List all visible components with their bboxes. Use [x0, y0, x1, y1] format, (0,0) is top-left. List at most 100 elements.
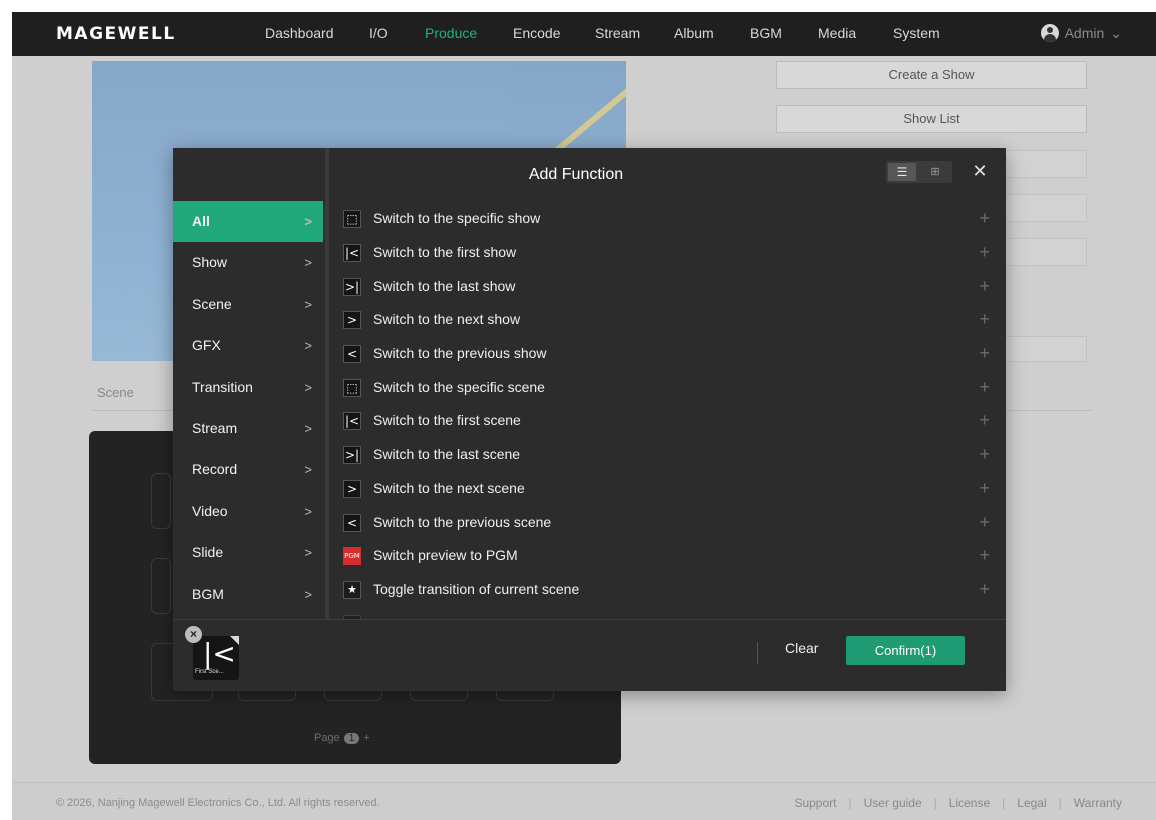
page-footer: © 2026, Nanjing Magewell Electronics Co.…: [12, 782, 1156, 820]
category-transition[interactable]: Transition >: [173, 367, 323, 408]
previous-icon: <: [343, 514, 361, 532]
chevron-right-icon: >: [304, 214, 312, 229]
add-icon[interactable]: +: [979, 512, 990, 533]
nav-item-produce[interactable]: Produce: [425, 25, 477, 41]
add-icon[interactable]: +: [979, 343, 990, 364]
chevron-right-icon: >: [304, 587, 312, 602]
function-label: Switch to the specific scene: [373, 379, 545, 395]
category-bgm[interactable]: BGM >: [173, 574, 323, 615]
selected-function-thumbnail[interactable]: |< First Sce...: [193, 636, 239, 680]
nav-item-media[interactable]: Media: [818, 25, 856, 41]
create-show-button[interactable]: Create a Show: [776, 61, 1087, 89]
nav-item-dashboard[interactable]: Dashboard: [265, 25, 334, 41]
add-icon[interactable]: +: [979, 579, 990, 600]
add-icon[interactable]: +: [979, 444, 990, 465]
function-row[interactable]: PGM Switch preview to PGM +: [329, 539, 1006, 572]
function-row[interactable]: ⬚ Switch to the specific show +: [329, 202, 1006, 235]
view-mode-toggle: ☰ ⊞: [886, 161, 952, 183]
function-label: Switch to the next scene: [373, 480, 525, 496]
category-scene[interactable]: Scene >: [173, 284, 323, 325]
category-slide[interactable]: Slide >: [173, 532, 323, 573]
function-row[interactable]: < Switch to the previous show +: [329, 337, 1006, 370]
divider: |: [848, 796, 852, 810]
function-row[interactable]: >| Switch to the last scene +: [329, 438, 1006, 471]
function-row[interactable]: > Switch to the next show +: [329, 303, 1006, 336]
category-video[interactable]: Video >: [173, 491, 323, 532]
add-icon[interactable]: +: [979, 478, 990, 499]
footer-link-license[interactable]: License: [949, 796, 990, 810]
function-row[interactable]: ★ Toggle transition of current scene +: [329, 573, 1006, 606]
add-icon[interactable]: +: [979, 309, 990, 330]
page-next-icon[interactable]: +: [363, 732, 369, 744]
function-row[interactable]: |< Switch to the first scene +: [329, 404, 1006, 437]
footer-link-support[interactable]: Support: [794, 796, 836, 810]
clear-button[interactable]: Clear: [785, 640, 818, 656]
copyright: © 2026, Nanjing Magewell Electronics Co.…: [56, 797, 380, 809]
category-stream[interactable]: Stream >: [173, 408, 323, 449]
chevron-down-icon: ⌄: [1110, 24, 1122, 41]
add-icon[interactable]: +: [979, 276, 990, 297]
function-row-partial[interactable]: [329, 607, 1006, 619]
first-icon: |<: [343, 412, 361, 430]
user-menu[interactable]: Admin ⌄: [1040, 24, 1122, 42]
footer-link-user-guide[interactable]: User guide: [864, 796, 922, 810]
first-icon: |<: [203, 637, 236, 670]
user-name: Admin: [1064, 25, 1105, 41]
nav-item-encode[interactable]: Encode: [513, 25, 560, 41]
category-label: All: [192, 213, 210, 229]
category-all[interactable]: All >: [173, 201, 323, 242]
chevron-right-icon: >: [304, 545, 312, 560]
scene-label: Scene: [97, 385, 134, 400]
last-icon: >|: [343, 446, 361, 464]
divider: |: [933, 796, 937, 810]
category-label: Show: [192, 254, 228, 270]
first-icon: |<: [343, 244, 361, 262]
add-icon[interactable]: +: [979, 410, 990, 431]
list-view-icon[interactable]: ☰: [888, 163, 916, 181]
function-label: Switch to the last show: [373, 278, 516, 294]
confirm-button[interactable]: Confirm(1): [846, 636, 965, 665]
add-icon[interactable]: +: [979, 377, 990, 398]
function-row[interactable]: < Switch to the previous scene +: [329, 506, 1006, 539]
add-function-dialog: All > Show > Scene > GFX > Transition > Strea…: [173, 148, 1006, 691]
nav-item-io[interactable]: I/O: [369, 25, 388, 41]
chevron-right-icon: >: [304, 421, 312, 436]
function-row[interactable]: >| Switch to the last show +: [329, 270, 1006, 303]
category-gfx[interactable]: GFX >: [173, 325, 323, 366]
nav-item-system[interactable]: System: [893, 25, 940, 41]
close-icon[interactable]: ✕: [970, 160, 990, 182]
function-row[interactable]: |< Switch to the first show +: [329, 236, 1006, 269]
category-label: Scene: [192, 296, 232, 312]
chevron-right-icon: >: [304, 297, 312, 312]
footer-link-warranty[interactable]: Warranty: [1074, 796, 1122, 810]
specific-show-icon: ⬚: [343, 210, 361, 228]
divider: |: [1058, 796, 1062, 810]
pagination: Page 1 +: [314, 732, 370, 744]
category-record[interactable]: Record >: [173, 449, 323, 490]
dialog-title: Add Function: [528, 166, 624, 183]
star-icon: ★: [343, 581, 361, 599]
add-icon[interactable]: +: [979, 242, 990, 263]
next-icon: >: [343, 311, 361, 329]
add-icon[interactable]: +: [979, 545, 990, 566]
page-number[interactable]: 1: [343, 732, 360, 744]
function-row[interactable]: ⬚ Switch to the specific scene +: [329, 371, 1006, 404]
function-label: Switch to the next show: [373, 311, 521, 327]
function-label: Switch to the first scene: [373, 412, 521, 428]
category-show[interactable]: Show >: [173, 242, 323, 283]
function-label: Switch to the first show: [373, 244, 517, 260]
function-row[interactable]: > Switch to the next scene +: [329, 472, 1006, 505]
footer-link-legal[interactable]: Legal: [1017, 796, 1046, 810]
grid-view-icon[interactable]: ⊞: [922, 163, 948, 181]
add-icon[interactable]: +: [979, 208, 990, 229]
button-slot: [151, 558, 171, 614]
nav-item-stream[interactable]: Stream: [595, 25, 640, 41]
nav-item-album[interactable]: Album: [674, 25, 714, 41]
remove-icon[interactable]: ×: [185, 626, 202, 643]
show-list-button[interactable]: Show List: [776, 105, 1087, 133]
pgm-icon: PGM: [343, 547, 361, 565]
category-label: GFX: [192, 337, 221, 353]
footer-links: Support | User guide | License | Legal | War…: [794, 796, 1122, 810]
user-avatar-icon: [1040, 24, 1059, 42]
nav-item-bgm[interactable]: BGM: [750, 25, 782, 41]
